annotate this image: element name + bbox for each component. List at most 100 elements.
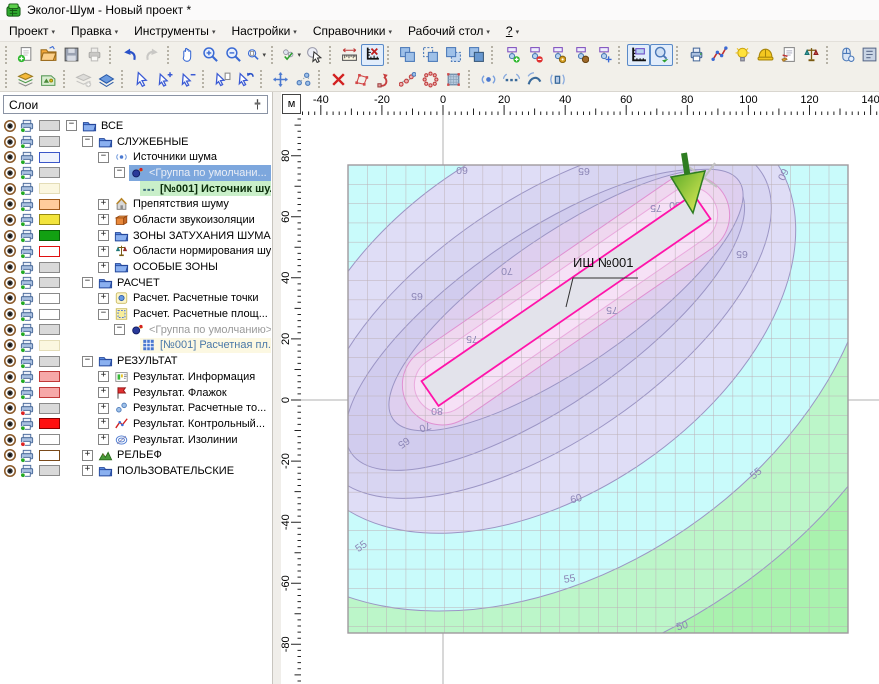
printer-icon[interactable] <box>17 322 35 337</box>
source-line-button[interactable] <box>500 68 523 90</box>
edit-polygon-button[interactable] <box>350 68 373 90</box>
new-project-button[interactable] <box>14 44 37 66</box>
printer-icon[interactable] <box>17 197 35 212</box>
eye-icon[interactable] <box>0 119 17 133</box>
eye-icon[interactable] <box>0 401 17 415</box>
menu-item-3[interactable]: Настройки▾ <box>222 21 303 41</box>
measure-ruler-button[interactable] <box>338 44 361 66</box>
zoom-in-button[interactable] <box>199 44 222 66</box>
eye-icon[interactable] <box>0 386 17 400</box>
layer-row[interactable]: +Результат. Расчетные то... <box>0 400 271 416</box>
scale-marks-button[interactable] <box>361 44 384 66</box>
layer-color-swatch[interactable] <box>39 418 60 429</box>
layer-row[interactable]: +Результат. Флажок <box>0 385 271 401</box>
layers-panel-header[interactable]: Слои <box>3 95 268 114</box>
open-project-button[interactable] <box>37 44 60 66</box>
printer-icon[interactable] <box>17 118 35 133</box>
node-remove-button[interactable] <box>523 44 546 66</box>
toolbar-grip[interactable] <box>109 46 114 64</box>
collapse-icon[interactable]: − <box>66 120 77 131</box>
layer-color-swatch[interactable] <box>39 309 60 320</box>
select-objects-button[interactable]: ▾ <box>280 44 303 66</box>
toolbar-grip[interactable] <box>167 46 172 64</box>
printer-icon[interactable] <box>17 338 35 353</box>
expert-hat-button[interactable] <box>754 44 777 66</box>
printer-icon[interactable] <box>17 307 35 322</box>
source-arc-button[interactable] <box>523 68 546 90</box>
layer-color-swatch[interactable] <box>39 152 60 163</box>
circle-points-button[interactable] <box>419 68 442 90</box>
eye-icon[interactable] <box>0 213 17 227</box>
pin-icon[interactable] <box>251 98 264 111</box>
zoom-page-button[interactable]: ▾ <box>245 44 268 66</box>
snap-nodes-button[interactable] <box>292 68 315 90</box>
redo-button[interactable] <box>141 44 164 66</box>
print-button[interactable] <box>83 44 106 66</box>
expand-icon[interactable]: + <box>98 387 109 398</box>
eye-icon[interactable] <box>0 307 17 321</box>
layer-color-swatch[interactable] <box>39 356 60 367</box>
printer-icon[interactable] <box>17 416 35 431</box>
cursor-add-button[interactable] <box>153 68 176 90</box>
norm-scales-button[interactable] <box>800 44 823 66</box>
eye-icon[interactable] <box>0 135 17 149</box>
panel-splitter[interactable] <box>273 92 281 684</box>
printer-icon[interactable] <box>17 134 35 149</box>
grid-scale-button[interactable] <box>627 44 650 66</box>
layer-row[interactable]: +Области нормирования шума <box>0 244 271 260</box>
eye-icon[interactable] <box>0 433 17 447</box>
toolbar-grip[interactable] <box>271 46 276 64</box>
layer-color-swatch[interactable] <box>39 230 60 241</box>
expand-icon[interactable]: + <box>98 199 109 210</box>
zoom-out-button[interactable] <box>222 44 245 66</box>
fill-mesh-button[interactable] <box>442 68 465 90</box>
eye-icon[interactable] <box>0 370 17 384</box>
node-config-button[interactable] <box>546 44 569 66</box>
ruler-unit-box[interactable]: м <box>282 94 301 114</box>
layer-color-swatch[interactable] <box>39 387 60 398</box>
source-panel-button[interactable] <box>546 68 569 90</box>
layer-row[interactable]: +ОСОБЫЕ ЗОНЫ <box>0 259 271 275</box>
eye-icon[interactable] <box>0 464 17 478</box>
toolbar-grip[interactable] <box>387 46 392 64</box>
undo-button[interactable] <box>118 44 141 66</box>
toolbar-grip[interactable] <box>468 70 473 88</box>
collapse-icon[interactable]: − <box>114 167 125 178</box>
expand-icon[interactable]: + <box>98 418 109 429</box>
pan-hand-button[interactable] <box>176 44 199 66</box>
toolbar-grip[interactable] <box>202 70 207 88</box>
shape-xor-button[interactable] <box>465 44 488 66</box>
layer-row[interactable]: −<Группа по умолчанию> <box>0 322 271 338</box>
node-move-button[interactable] <box>592 44 615 66</box>
layer-color-swatch[interactable] <box>39 340 60 351</box>
layer-add-button[interactable] <box>72 68 95 90</box>
layer-row[interactable]: −Источники шума <box>0 149 271 165</box>
select-pointer-button[interactable] <box>303 44 326 66</box>
layer-row[interactable]: +РЕЛЬЕФ <box>0 447 271 463</box>
layer-row[interactable]: −Расчет. Расчетные площ... <box>0 306 271 322</box>
printer-icon[interactable] <box>17 354 35 369</box>
node-link-button[interactable] <box>569 44 592 66</box>
printer-icon[interactable] <box>17 260 35 275</box>
eye-icon[interactable] <box>0 338 17 352</box>
move-object-button[interactable] <box>269 68 292 90</box>
expand-icon[interactable]: + <box>98 262 109 273</box>
toolbar-grip[interactable] <box>318 70 323 88</box>
printer-icon[interactable] <box>17 432 35 447</box>
printer-icon[interactable] <box>17 181 35 196</box>
layer-color-swatch[interactable] <box>39 262 60 273</box>
collapse-icon[interactable]: − <box>114 324 125 335</box>
collapse-icon[interactable]: − <box>82 356 93 367</box>
layer-row[interactable]: +Результат. Информация <box>0 369 271 385</box>
layer-row[interactable]: [№001] Расчетная пл... <box>0 338 271 354</box>
layer-row[interactable]: −<Группа по умолчани... <box>0 165 271 181</box>
eye-icon[interactable] <box>0 417 17 431</box>
shape-intersect-button[interactable] <box>419 44 442 66</box>
search-zoom-button[interactable] <box>650 44 673 66</box>
save-project-button[interactable] <box>60 44 83 66</box>
toolbar-grip[interactable] <box>491 46 496 64</box>
eye-icon[interactable] <box>0 229 17 243</box>
layer-row[interactable]: +Области звукоизоляции <box>0 212 271 228</box>
toolbar-grip[interactable] <box>63 70 68 88</box>
layers-stack-button[interactable] <box>14 68 37 90</box>
